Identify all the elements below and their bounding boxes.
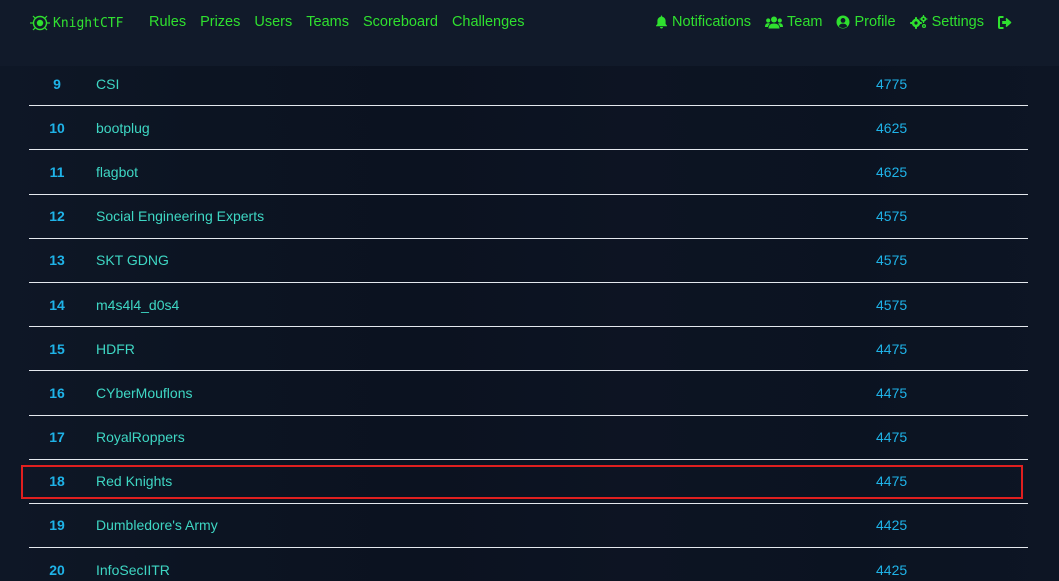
nav-rules[interactable]: Rules bbox=[149, 14, 186, 30]
row-rank: 9 bbox=[53, 75, 61, 92]
nav-scoreboard[interactable]: Scoreboard bbox=[363, 14, 438, 30]
sign-out-icon bbox=[998, 15, 1012, 29]
row-rank: 20 bbox=[49, 561, 65, 578]
row-rank: 15 bbox=[49, 340, 65, 357]
row-score: 4575 bbox=[876, 252, 908, 269]
user-circle-icon bbox=[836, 15, 850, 29]
bell-icon bbox=[656, 15, 668, 29]
nav-challenges[interactable]: Challenges bbox=[452, 14, 525, 30]
row-rank: 11 bbox=[49, 163, 65, 180]
table-row: 11 flagbot 4625 bbox=[29, 150, 1028, 195]
nav-teams[interactable]: Teams bbox=[306, 14, 349, 30]
table-row: 14 m4s4l4_d0s4 4575 bbox=[29, 283, 1028, 328]
nav-links: Rules Prizes Users Teams Scoreboard Chal… bbox=[149, 12, 539, 32]
team-link[interactable]: Red Knights bbox=[96, 473, 172, 489]
table-row: 9 CSI 4775 bbox=[29, 62, 1028, 107]
table-row: 19 Dumbledore's Army 4425 bbox=[29, 504, 1028, 549]
row-rank: 17 bbox=[49, 429, 65, 446]
nav-settings-label: Settings bbox=[931, 14, 984, 30]
table-row: 17 RoyalRoppers 4475 bbox=[29, 416, 1028, 460]
nav-profile-label: Profile bbox=[854, 14, 896, 30]
row-score: 4625 bbox=[876, 119, 908, 136]
row-score: 4425 bbox=[876, 517, 908, 534]
row-rank: 10 bbox=[49, 119, 65, 136]
team-link[interactable]: Dumbledore's Army bbox=[96, 517, 218, 533]
row-rank: 13 bbox=[49, 252, 65, 269]
table-row: 13 SKT GDNG 4575 bbox=[29, 239, 1028, 283]
scoreboard-table: 9 CSI 4775 10 bootplug 4625 11 flagbot 4… bbox=[29, 62, 1028, 581]
table-row: 16 CYberMouflons 4475 bbox=[29, 371, 1028, 416]
row-score: 4475 bbox=[876, 384, 908, 401]
row-rank: 19 bbox=[49, 517, 65, 534]
gears-icon bbox=[909, 15, 927, 29]
nav-team[interactable]: Team bbox=[765, 14, 822, 30]
nav-users[interactable]: Users bbox=[254, 14, 292, 30]
nav-notifications-label: Notifications bbox=[672, 14, 752, 30]
knight-logo-icon bbox=[30, 13, 50, 33]
table-row: 15 HDFR 4475 bbox=[29, 327, 1028, 372]
team-link[interactable]: Social Engineering Experts bbox=[96, 208, 264, 224]
nav-team-label: Team bbox=[787, 14, 823, 30]
row-score: 4575 bbox=[876, 208, 908, 225]
row-score: 4475 bbox=[876, 429, 908, 446]
team-link[interactable]: SKT GDNG bbox=[96, 252, 169, 268]
row-score: 4425 bbox=[876, 561, 908, 578]
nav-settings[interactable]: Settings bbox=[909, 14, 984, 30]
row-score: 4775 bbox=[876, 75, 908, 92]
nav-prizes[interactable]: Prizes bbox=[200, 14, 240, 30]
team-link[interactable]: InfoSecIITR bbox=[96, 562, 170, 578]
row-score: 4625 bbox=[876, 163, 908, 180]
logout-button[interactable] bbox=[998, 15, 1017, 29]
table-row-highlighted: 18 Red Knights 4475 bbox=[29, 460, 1028, 504]
team-link[interactable]: bootplug bbox=[96, 120, 150, 136]
team-link[interactable]: RoyalRoppers bbox=[96, 429, 185, 445]
team-link[interactable]: CYberMouflons bbox=[96, 385, 193, 401]
brand-name: KnightCTF bbox=[53, 15, 124, 31]
row-rank: 14 bbox=[49, 296, 65, 313]
table-row: 20 InfoSecIITR 4425 bbox=[29, 548, 1028, 581]
row-score: 4575 bbox=[876, 296, 908, 313]
page: KnightCTF Rules Prizes Users Teams Score… bbox=[0, 0, 1059, 581]
row-rank: 18 bbox=[49, 473, 65, 490]
row-rank: 12 bbox=[49, 208, 65, 225]
table-row: 10 bootplug 4625 bbox=[29, 106, 1028, 151]
row-score: 4475 bbox=[876, 473, 908, 490]
top-navbar: KnightCTF Rules Prizes Users Teams Score… bbox=[0, 0, 1059, 66]
nav-user-menu: Notifications Team Profile Settings bbox=[641, 12, 1017, 32]
users-icon bbox=[765, 16, 784, 28]
table-row: 12 Social Engineering Experts 4575 bbox=[29, 195, 1028, 239]
team-link[interactable]: m4s4l4_d0s4 bbox=[96, 297, 179, 313]
row-rank: 16 bbox=[49, 384, 65, 401]
team-link[interactable]: HDFR bbox=[96, 341, 135, 357]
nav-profile[interactable]: Profile bbox=[836, 14, 896, 30]
row-score: 4475 bbox=[876, 340, 908, 357]
brand-logo[interactable]: KnightCTF bbox=[30, 12, 123, 34]
nav-notifications[interactable]: Notifications bbox=[655, 14, 751, 30]
team-link[interactable]: CSI bbox=[96, 76, 119, 92]
team-link[interactable]: flagbot bbox=[96, 164, 138, 180]
